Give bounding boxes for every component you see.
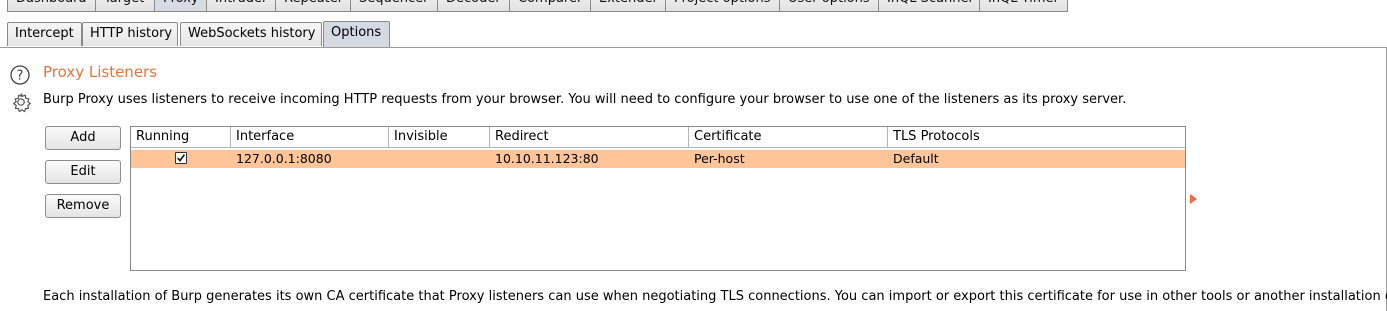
gear-icon[interactable] — [10, 91, 32, 113]
tab-proxy[interactable]: Proxy — [154, 0, 207, 12]
table-header: Running Interface Invisible Redirect Cer… — [131, 127, 1185, 148]
cell-tls-protocols: Default — [893, 151, 939, 166]
column-header-running[interactable]: Running — [131, 127, 231, 147]
column-header-interface[interactable]: Interface — [231, 127, 389, 147]
section-description: Burp Proxy uses listeners to receive inc… — [43, 92, 1127, 107]
column-header-certificate[interactable]: Certificate — [689, 127, 888, 147]
tab-repeater[interactable]: Repeater — [275, 0, 351, 12]
add-listener-button[interactable]: Add — [45, 126, 121, 150]
cell-redirect: 10.10.11.123:80 — [495, 151, 599, 166]
tab-websockets-history[interactable]: WebSockets history — [180, 22, 322, 46]
section-title: Proxy Listeners — [43, 63, 158, 81]
tab-target[interactable]: Target — [95, 0, 155, 12]
table-row[interactable]: 127.0.0.1:8080 10.10.11.123:80 Per-host … — [131, 150, 1185, 168]
tab-options[interactable]: Options — [323, 21, 390, 47]
tab-dashboard[interactable]: Dashboard — [7, 0, 96, 12]
tab-comparer[interactable]: Comparer — [509, 0, 591, 12]
running-checkbox[interactable] — [175, 152, 187, 164]
tab-project-options[interactable]: Project options — [665, 0, 780, 12]
tab-extender[interactable]: Extender — [590, 0, 666, 12]
checkbox-checked-icon — [177, 154, 186, 162]
proxy-sub-tab-bar: Intercept HTTP history WebSockets histor… — [0, 19, 1387, 48]
ca-certificate-description: Each installation of Burp generates its … — [43, 289, 1387, 304]
column-header-redirect[interactable]: Redirect — [490, 127, 689, 147]
tab-sequencer[interactable]: Sequencer — [350, 0, 438, 12]
edit-listener-button[interactable]: Edit — [45, 160, 121, 184]
tab-user-options[interactable]: User options — [779, 0, 879, 12]
tab-decoder[interactable]: Decoder — [437, 0, 510, 12]
tab-inql-scanner[interactable]: InQL Scanner — [878, 0, 980, 12]
column-header-invisible[interactable]: Invisible — [389, 127, 490, 147]
listeners-table[interactable]: Running Interface Invisible Redirect Cer… — [130, 126, 1186, 271]
expand-arrow-icon[interactable] — [1190, 194, 1197, 204]
tab-intruder[interactable]: Intruder — [206, 0, 276, 12]
tab-intercept[interactable]: Intercept — [7, 22, 82, 46]
tab-inql-timer[interactable]: InQL Timer — [979, 0, 1068, 12]
main-tab-bar: Dashboard Target Proxy Intruder Repeater… — [0, 0, 1387, 14]
tab-http-history[interactable]: HTTP history — [82, 22, 178, 46]
column-header-tls-protocols[interactable]: TLS Protocols — [888, 127, 1185, 147]
cell-interface: 127.0.0.1:8080 — [236, 151, 332, 166]
help-icon[interactable]: ? — [10, 65, 30, 85]
svg-text:?: ? — [17, 69, 24, 84]
cell-invisible — [389, 150, 394, 168]
remove-listener-button[interactable]: Remove — [45, 194, 121, 218]
cell-certificate: Per-host — [694, 151, 745, 166]
